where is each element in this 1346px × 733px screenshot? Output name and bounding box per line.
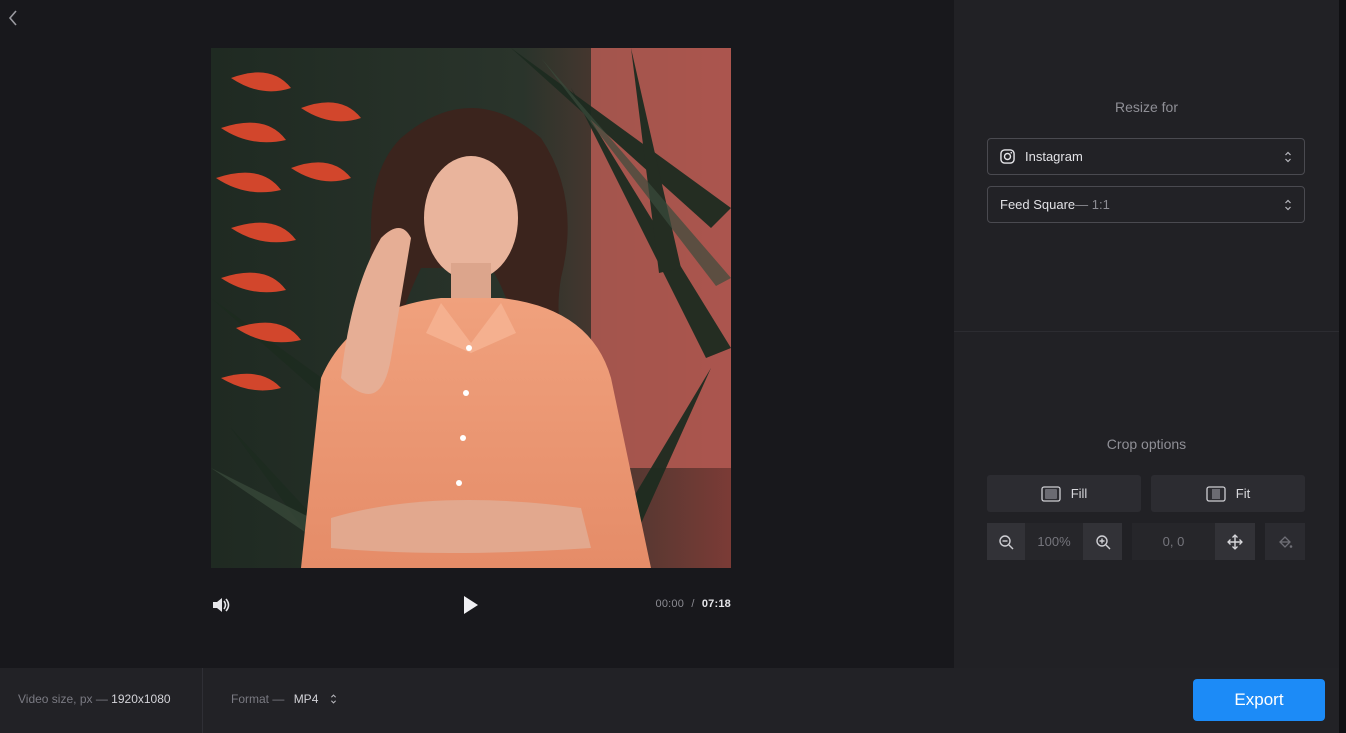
zoom-in-icon: [1095, 534, 1110, 549]
footer-divider: [202, 668, 203, 733]
video-size-value: 1920x1080: [111, 692, 171, 706]
platform-select[interactable]: Instagram: [987, 138, 1305, 175]
playback-time: 00:00 / 07:18: [656, 598, 731, 610]
back-button[interactable]: [4, 8, 22, 28]
chevron-left-icon: [8, 10, 17, 26]
instagram-icon: [1000, 149, 1015, 164]
video-size-label: Video size, px —: [18, 692, 108, 706]
fit-label: Fit: [1235, 486, 1251, 501]
volume-button[interactable]: [211, 595, 231, 615]
preset-select-ratio: — 1:1: [1075, 197, 1110, 212]
fill-label: Fill: [1070, 486, 1088, 501]
play-icon: [464, 596, 478, 614]
zoom-value[interactable]: 100%: [1025, 523, 1083, 560]
zoom-in-button[interactable]: [1083, 523, 1122, 560]
fill-button[interactable]: Fill: [987, 475, 1141, 512]
fit-button[interactable]: Fit: [1151, 475, 1305, 512]
format-selector[interactable]: Format — MP4: [231, 692, 337, 706]
panel-divider: [954, 331, 1339, 332]
updown-chevron-icon: [1285, 199, 1291, 211]
settings-panel: Resize for Instagram Feed Square — 1:1 C…: [954, 0, 1339, 668]
fill-icon: [1041, 485, 1061, 502]
crop-section-title: Crop options: [1106, 436, 1187, 452]
resize-section-title: Resize for: [1114, 99, 1179, 115]
fit-icon: [1206, 485, 1226, 502]
video-preview-frame[interactable]: [211, 48, 731, 568]
paint-bucket-icon: [1279, 535, 1293, 548]
current-time: 00:00: [655, 598, 685, 610]
play-button[interactable]: [459, 594, 481, 616]
time-separator: /: [691, 598, 695, 610]
format-label: Format —: [231, 692, 285, 706]
platform-select-value: Instagram: [1025, 149, 1083, 164]
video-player-controls: 00:00 / 07:18: [211, 590, 731, 620]
format-value: MP4: [293, 692, 319, 706]
export-button[interactable]: Export: [1193, 679, 1325, 721]
updown-chevron-icon: [1285, 151, 1291, 163]
background-color-button[interactable]: [1265, 523, 1305, 560]
preset-select[interactable]: Feed Square — 1:1: [987, 186, 1305, 223]
zoom-out-icon: [999, 534, 1014, 549]
total-time: 07:18: [701, 598, 731, 610]
move-button[interactable]: [1215, 523, 1255, 560]
video-size-info: Video size, px — 1920x1080: [18, 692, 171, 706]
video-resizer-app: 00:00 / 07:18 Resize for Instagram Feed …: [0, 0, 1346, 733]
preview-image: [211, 48, 731, 568]
speaker-icon: [213, 598, 230, 612]
zoom-out-button[interactable]: [987, 523, 1025, 560]
preview-area: 00:00 / 07:18: [0, 0, 954, 668]
scrollbar-track[interactable]: [1339, 0, 1346, 733]
move-icon: [1227, 533, 1243, 550]
updown-chevron-icon: [330, 694, 336, 704]
position-value[interactable]: 0, 0: [1132, 523, 1215, 560]
footer-bar: Video size, px — 1920x1080 Format — MP4 …: [0, 668, 1339, 733]
preset-select-value: Feed Square: [1000, 197, 1076, 212]
